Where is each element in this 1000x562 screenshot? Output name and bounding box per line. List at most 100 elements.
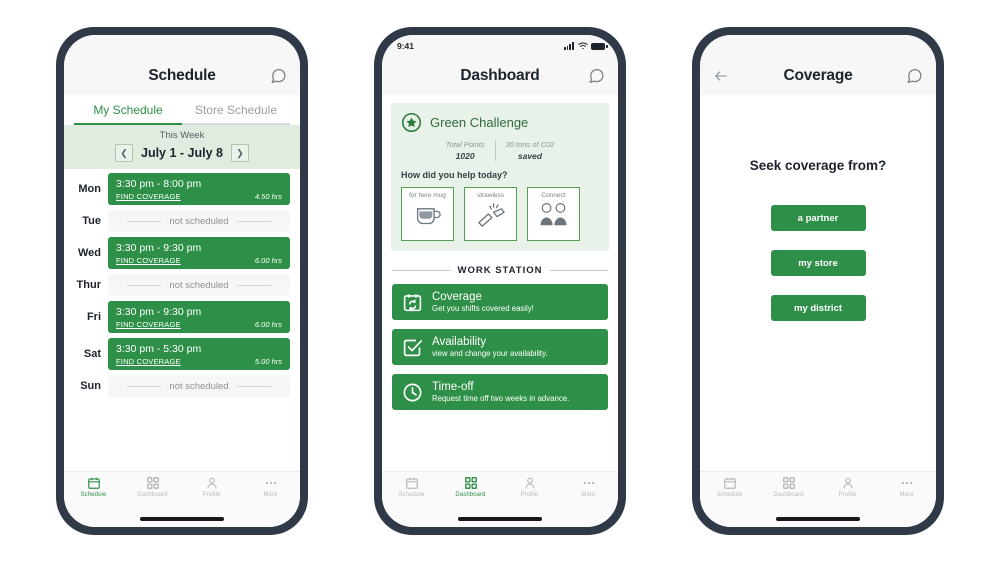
option-label: strawless	[476, 192, 505, 199]
arrow-left-icon[interactable]	[713, 68, 729, 84]
day-label: Tue	[82, 215, 101, 227]
day-label: Sat	[83, 348, 101, 360]
content-dashboard: Green Challenge Total Points 1020 30 ton…	[382, 95, 618, 471]
tab-more[interactable]: More	[877, 476, 936, 498]
stat-label: Total Points	[445, 140, 485, 149]
day-label: Sun	[80, 380, 101, 392]
divider	[127, 220, 162, 222]
person-icon	[523, 476, 537, 490]
tab-dashboard[interactable]: Dashboard	[441, 476, 500, 498]
work-card-coverage[interactable]: Coverage Get you shifts covered easily!	[392, 284, 608, 320]
bottom-tab-bar: Schedule Dashboard Profile More	[382, 471, 618, 511]
calendar-icon	[405, 476, 419, 490]
tab-label: Dashboard	[455, 492, 486, 498]
content-schedule: My Schedule Store Schedule This Week ❮ J…	[64, 95, 300, 471]
stat-total-points: Total Points 1020	[436, 140, 495, 161]
divider	[127, 284, 162, 286]
chevron-right-icon[interactable]: ❯	[230, 144, 249, 162]
schedule-tabs: My Schedule Store Schedule	[64, 95, 300, 125]
table-row: Mon 3:30 pm - 8:00 pm FIND COVERAGE 4.50…	[74, 173, 290, 205]
bottom-tab-bar: Schedule Dashboard Profile More	[64, 471, 300, 511]
coverage-question: Seek coverage from?	[749, 158, 887, 173]
chevron-left-icon[interactable]: ❮	[115, 144, 133, 162]
shift-card[interactable]: 3:30 pm - 8:00 pm FIND COVERAGE 4.50 hrs	[108, 173, 290, 205]
tab-more[interactable]: More	[241, 476, 300, 498]
tab-label: More	[899, 492, 914, 498]
tab-dashboard[interactable]: Dashboard	[759, 476, 818, 498]
shift-card[interactable]: 3:30 pm - 9:30 pm FIND COVERAGE 6.00 hrs	[108, 237, 290, 269]
work-card-title: Time-off	[432, 381, 474, 393]
ellipsis-icon	[900, 476, 914, 490]
home-indicator[interactable]	[776, 517, 860, 521]
grid-icon	[464, 476, 478, 490]
find-coverage-link[interactable]: FIND COVERAGE	[116, 320, 181, 329]
screen-dashboard: 9:41 Dashboard Green Challenge Total Poi…	[382, 35, 618, 527]
broken-straw-icon	[475, 201, 507, 228]
person-icon	[841, 476, 855, 490]
page-title: Coverage	[783, 67, 853, 84]
chat-bubble-icon[interactable]	[906, 68, 923, 85]
work-card-time-off[interactable]: Time-off Request time off two weeks in a…	[392, 374, 608, 410]
screenshot-stage: Schedule My Schedule Store Schedule This…	[0, 0, 1000, 562]
green-challenge-options: for here mug strawless Connect	[401, 187, 599, 241]
option-strawless[interactable]: strawless	[464, 187, 517, 241]
find-coverage-link[interactable]: FIND COVERAGE	[116, 256, 181, 265]
my-district-button[interactable]: my district	[770, 295, 866, 321]
option-label: for here mug	[409, 192, 446, 199]
tab-profile[interactable]: Profile	[500, 476, 559, 498]
option-for-here-mug[interactable]: for here mug	[401, 187, 454, 241]
home-indicator-area	[382, 511, 618, 527]
tab-schedule[interactable]: Schedule	[382, 476, 441, 498]
calendar-icon	[87, 476, 101, 490]
star-badge-icon	[401, 112, 422, 133]
tab-my-schedule[interactable]: My Schedule	[74, 99, 182, 125]
divider	[236, 284, 271, 286]
phone-schedule: Schedule My Schedule Store Schedule This…	[56, 27, 308, 535]
tab-store-schedule[interactable]: Store Schedule	[182, 99, 290, 125]
ellipsis-icon	[264, 476, 278, 490]
signal-icon	[563, 42, 574, 50]
week-label: This Week	[159, 130, 205, 141]
schedule-list: Mon 3:30 pm - 8:00 pm FIND COVERAGE 4.50…	[64, 169, 300, 397]
wifi-icon	[577, 42, 588, 50]
find-coverage-link[interactable]: FIND COVERAGE	[116, 357, 181, 366]
chat-bubble-icon[interactable]	[588, 68, 605, 85]
not-scheduled-text: not scheduled	[169, 380, 229, 392]
bottom-tab-bar: Schedule Dashboard Profile More	[700, 471, 936, 511]
tab-schedule[interactable]: Schedule	[64, 476, 123, 498]
tab-profile[interactable]: Profile	[182, 476, 241, 498]
work-card-subtitle: Request time off two weeks in advance.	[432, 394, 570, 403]
option-connect[interactable]: Connect	[527, 187, 580, 241]
table-row: Sun not scheduled	[74, 375, 290, 397]
find-coverage-link[interactable]: FIND COVERAGE	[116, 192, 181, 201]
not-scheduled-row: not scheduled	[108, 274, 290, 296]
table-row: Tue not scheduled	[74, 210, 290, 232]
tab-more[interactable]: More	[559, 476, 618, 498]
stat-label: 30 tons of C02	[505, 140, 555, 149]
work-card-title: Availability	[432, 336, 487, 348]
tab-label: Schedule	[716, 492, 743, 498]
home-indicator[interactable]	[140, 517, 224, 521]
tab-schedule[interactable]: Schedule	[700, 476, 759, 498]
a-partner-button[interactable]: a partner	[770, 205, 866, 231]
not-scheduled-text: not scheduled	[169, 279, 229, 291]
not-scheduled-text: not scheduled	[169, 215, 229, 227]
not-scheduled-row: not scheduled	[108, 210, 290, 232]
nav-bar-schedule: Schedule	[64, 57, 300, 95]
status-bar	[64, 35, 300, 57]
my-store-button[interactable]: my store	[770, 250, 866, 276]
status-icons	[563, 42, 608, 50]
tab-profile[interactable]: Profile	[818, 476, 877, 498]
table-row: Sat 3:30 pm - 5:30 pm FIND COVERAGE 5.00…	[74, 338, 290, 370]
grid-icon	[782, 476, 796, 490]
home-indicator[interactable]	[458, 517, 542, 521]
stat-value: 1020	[455, 151, 475, 161]
tab-dashboard[interactable]: Dashboard	[123, 476, 182, 498]
day-label: Mon	[78, 183, 101, 195]
green-challenge-title: Green Challenge	[430, 115, 529, 130]
shift-card[interactable]: 3:30 pm - 5:30 pm FIND COVERAGE 5.00 hrs	[108, 338, 290, 370]
shift-card[interactable]: 3:30 pm - 9:30 pm FIND COVERAGE 6.00 hrs	[108, 301, 290, 333]
day-label: Thur	[76, 279, 101, 291]
chat-bubble-icon[interactable]	[270, 68, 287, 85]
work-card-availability[interactable]: Availability view and change your availa…	[392, 329, 608, 365]
